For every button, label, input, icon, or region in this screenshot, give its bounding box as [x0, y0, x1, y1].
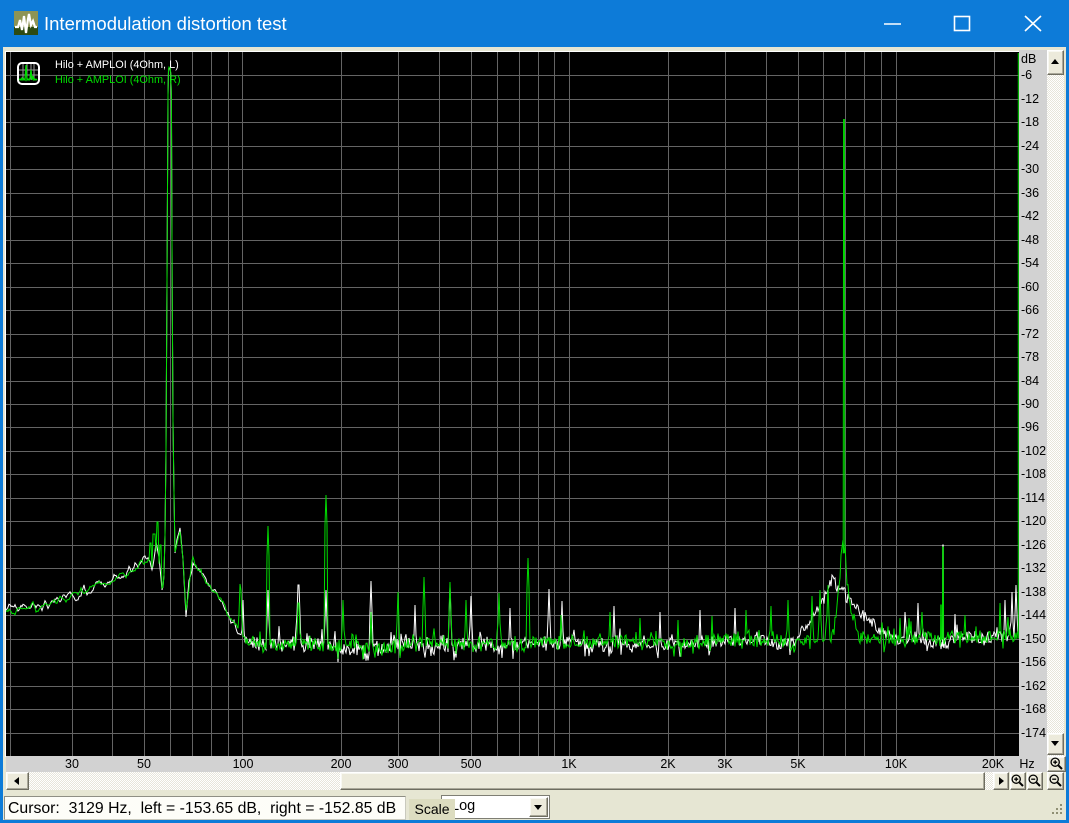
svg-text:Hilo + AMPLOI (4Ohm, R): Hilo + AMPLOI (4Ohm, R)	[55, 74, 181, 86]
svg-text:Hilo + AMPLOI (4Ohm, L): Hilo + AMPLOI (4Ohm, L)	[55, 59, 179, 71]
